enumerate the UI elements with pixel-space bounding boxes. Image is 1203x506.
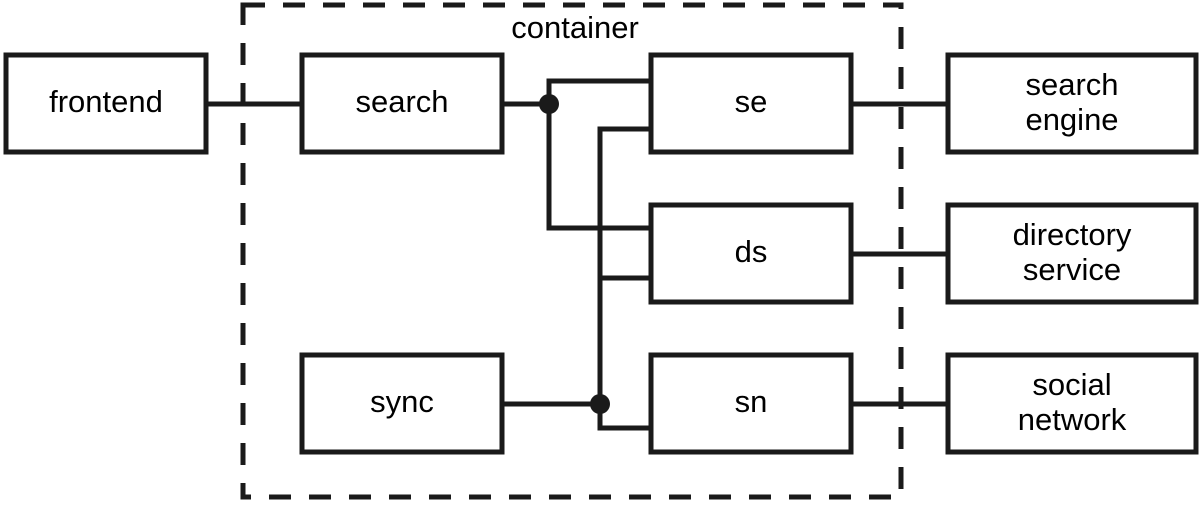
node-social-network-label-line2: network xyxy=(1018,402,1127,437)
node-search-label: search xyxy=(355,84,448,119)
node-sync[interactable]: sync xyxy=(299,352,505,455)
node-search[interactable]: search xyxy=(299,52,505,155)
node-sync-label: sync xyxy=(370,384,434,419)
node-directory-service-label-line2: service xyxy=(1023,252,1121,287)
node-search-engine[interactable]: search engine xyxy=(945,52,1199,155)
node-directory-service-label-line1: directory xyxy=(1013,217,1132,252)
node-search-engine-label-line2: engine xyxy=(1025,102,1118,137)
node-sn[interactable]: sn xyxy=(648,352,854,455)
node-se-label: se xyxy=(735,84,768,119)
node-ds-label: ds xyxy=(735,234,768,269)
node-search-engine-label-line1: search xyxy=(1025,67,1118,102)
node-sn-label: sn xyxy=(735,384,768,419)
node-directory-service[interactable]: directory service xyxy=(945,202,1199,305)
node-frontend-label: frontend xyxy=(49,84,163,119)
wire-junction-to-se xyxy=(546,78,651,104)
node-social-network-label-line1: social xyxy=(1032,367,1111,402)
node-social-network[interactable]: social network xyxy=(945,352,1199,455)
wire-se-to-sync-bus xyxy=(597,126,651,404)
node-se[interactable]: se xyxy=(648,52,854,155)
architecture-diagram: container frontend search sync se ds sn … xyxy=(3,2,1199,500)
diagram-canvas: container frontend search sync se ds sn … xyxy=(0,0,1203,506)
search-junction-dot xyxy=(539,94,559,114)
container-label: container xyxy=(511,10,639,45)
node-ds[interactable]: ds xyxy=(648,202,854,305)
node-frontend[interactable]: frontend xyxy=(3,52,209,155)
sync-junction-dot xyxy=(590,394,610,414)
